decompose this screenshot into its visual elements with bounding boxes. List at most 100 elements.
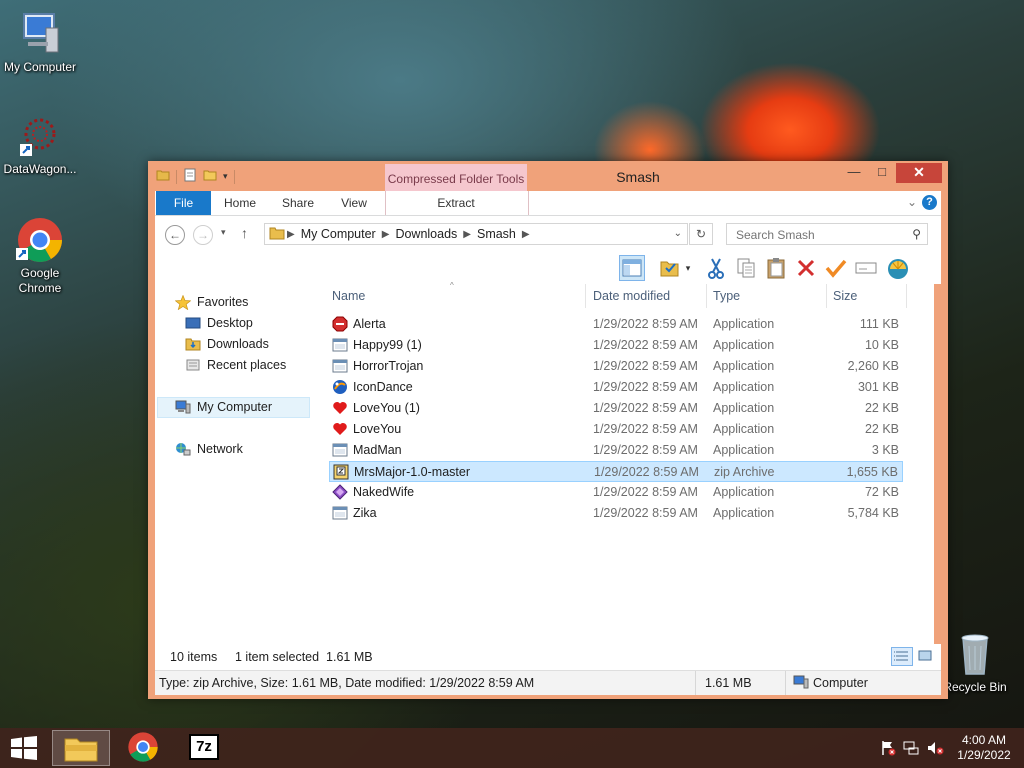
breadcrumb-downloads[interactable]: Downloads xyxy=(395,227,457,241)
copy-icon[interactable] xyxy=(733,255,759,281)
heart-icon xyxy=(332,421,348,437)
nav-recent-places[interactable]: Recent places xyxy=(185,355,286,375)
rename-icon[interactable] xyxy=(853,255,879,281)
address-path[interactable]: ▶ My Computer ▶ Downloads ▶ Smash ▶ ⌄ xyxy=(264,223,688,245)
file-type: zip Archive xyxy=(714,465,775,479)
breadcrumb-smash[interactable]: Smash xyxy=(477,227,516,241)
file-size: 22 KB xyxy=(864,401,899,415)
column-divider[interactable] xyxy=(826,284,827,308)
taskbar-file-explorer[interactable] xyxy=(52,730,110,766)
search-input[interactable] xyxy=(734,227,908,243)
preview-pane-icon[interactable] xyxy=(619,255,645,281)
column-header-name[interactable]: Name xyxy=(332,284,365,308)
chevron-down-icon[interactable]: ▾ xyxy=(681,255,695,281)
star-icon xyxy=(174,294,192,311)
tab-extract[interactable]: Extract xyxy=(425,191,487,215)
file-name: Alerta xyxy=(353,317,386,331)
help-icon[interactable]: ? xyxy=(922,195,937,210)
datawagon-icon xyxy=(16,112,64,160)
delete-icon[interactable] xyxy=(793,255,819,281)
title-bar[interactable]: ▾ Compressed Folder Tools Smash — □ ✕ xyxy=(148,161,948,191)
action-center-flag-icon[interactable] xyxy=(880,740,896,759)
search-icon[interactable]: ⚲ xyxy=(912,227,921,241)
taskbar-7zip[interactable]: 7z xyxy=(176,730,234,766)
tab-home[interactable]: Home xyxy=(217,191,263,215)
tab-file[interactable]: File xyxy=(156,191,211,215)
network-status-icon[interactable] xyxy=(902,740,920,759)
tab-view[interactable]: View xyxy=(331,191,377,215)
recent-locations-icon[interactable]: ▾ xyxy=(221,227,226,238)
file-row[interactable]: LoveYou 1/29/2022 8:59 AM Application 22 KB xyxy=(329,419,903,440)
recent-places-icon xyxy=(185,358,201,372)
file-row[interactable]: Alerta 1/29/2022 8:59 AM Application 111 KB xyxy=(329,314,903,335)
app-window-icon xyxy=(332,358,348,374)
maximize-button[interactable]: □ xyxy=(868,163,896,183)
column-header-type[interactable]: Type xyxy=(713,284,740,308)
volume-muted-icon[interactable] xyxy=(926,740,944,759)
desktop-icon xyxy=(185,316,201,330)
command-toolbar: ▾ xyxy=(155,252,941,284)
file-name: Zika xyxy=(353,506,377,520)
refresh-button[interactable]: ↻ xyxy=(689,223,713,245)
file-row[interactable]: HorrorTrojan 1/29/2022 8:59 AM Application… xyxy=(329,356,903,377)
file-row[interactable]: LoveYou (1) 1/29/2022 8:59 AM Application 2… xyxy=(329,398,903,419)
file-type: Application xyxy=(713,359,775,373)
file-date: 1/29/2022 8:59 AM xyxy=(593,422,698,436)
column-header-date[interactable]: Date modified xyxy=(593,284,670,308)
close-button[interactable]: ✕ xyxy=(896,163,942,183)
ribbon-tabs: File Home Share View Extract ⌄ ? xyxy=(155,191,941,216)
file-row[interactable]: NakedWife 1/29/2022 8:59 AM Application 72 … xyxy=(329,482,903,503)
file-row[interactable]: Zika 1/29/2022 8:59 AM Application 5,784 KB xyxy=(329,503,903,524)
nav-desktop[interactable]: Desktop xyxy=(185,313,253,333)
tab-share[interactable]: Share xyxy=(273,191,323,215)
clock[interactable]: 4:00 AM 1/29/2022 xyxy=(952,733,1016,763)
file-date: 1/29/2022 8:59 AM xyxy=(593,317,698,331)
nav-network[interactable]: Network xyxy=(175,439,243,459)
nav-favorites[interactable]: Favorites xyxy=(174,292,248,312)
details-view-button[interactable] xyxy=(891,647,913,666)
desktop-icon-datawagon[interactable]: DataWagon... xyxy=(0,112,80,177)
breadcrumb-separator: ▶ xyxy=(463,228,471,240)
shell-icon[interactable] xyxy=(885,255,911,281)
windows-logo-icon xyxy=(11,736,37,760)
file-row[interactable]: MrsMajor-1.0-master 1/29/2022 8:59 AM zip … xyxy=(329,461,903,482)
address-dropdown-icon[interactable]: ⌄ xyxy=(674,228,682,239)
move-to-folder-icon[interactable] xyxy=(657,255,683,281)
start-button[interactable] xyxy=(10,736,38,760)
status-bar: 10 items 1 item selected 1.61 MB xyxy=(155,644,941,670)
file-row[interactable]: MadMan 1/29/2022 8:59 AM Application 3 KB xyxy=(329,440,903,461)
nav-downloads[interactable]: Downloads xyxy=(185,334,269,354)
downloads-folder-icon xyxy=(185,337,201,351)
file-row[interactable]: Happy99 (1) 1/29/2022 8:59 AM Application 1… xyxy=(329,335,903,356)
desktop-icon-my-computer[interactable]: My Computer xyxy=(0,10,80,75)
expand-ribbon-icon[interactable]: ⌄ xyxy=(907,195,917,209)
computer-icon xyxy=(793,675,809,692)
column-divider[interactable] xyxy=(585,284,586,308)
checkmark-icon[interactable] xyxy=(823,255,849,281)
column-divider[interactable] xyxy=(906,284,907,308)
cut-icon[interactable] xyxy=(703,255,729,281)
file-date: 1/29/2022 8:59 AM xyxy=(593,359,698,373)
file-name: MadMan xyxy=(353,443,402,457)
file-size: 301 KB xyxy=(857,380,899,394)
file-type: Application xyxy=(713,317,775,331)
desktop-icon-label: DataWagon... xyxy=(3,162,77,176)
nav-my-computer[interactable]: My Computer xyxy=(175,397,272,417)
column-divider[interactable] xyxy=(706,284,707,308)
window-title: Smash xyxy=(616,169,660,185)
breadcrumb-my-computer[interactable]: My Computer xyxy=(301,227,376,241)
taskbar-chrome[interactable] xyxy=(114,730,172,766)
desktop-icon-google-chrome[interactable]: Google Chrome xyxy=(0,216,80,296)
back-button[interactable]: ← xyxy=(165,225,185,245)
up-button[interactable]: ↑ xyxy=(241,225,248,241)
column-header-size[interactable]: Size xyxy=(833,284,857,308)
paste-icon[interactable] xyxy=(763,255,789,281)
file-list: ^ Name Date modified Type Size Alerta 1/2… xyxy=(320,281,934,644)
file-size: 10 KB xyxy=(864,338,899,352)
nav-label: Network xyxy=(197,442,243,456)
file-name: HorrorTrojan xyxy=(353,359,424,373)
minimize-button[interactable]: — xyxy=(840,163,868,183)
file-row[interactable]: IconDance 1/29/2022 8:59 AM Application 301… xyxy=(329,377,903,398)
forward-button[interactable]: → xyxy=(193,225,213,245)
large-icons-view-button[interactable] xyxy=(915,647,937,666)
